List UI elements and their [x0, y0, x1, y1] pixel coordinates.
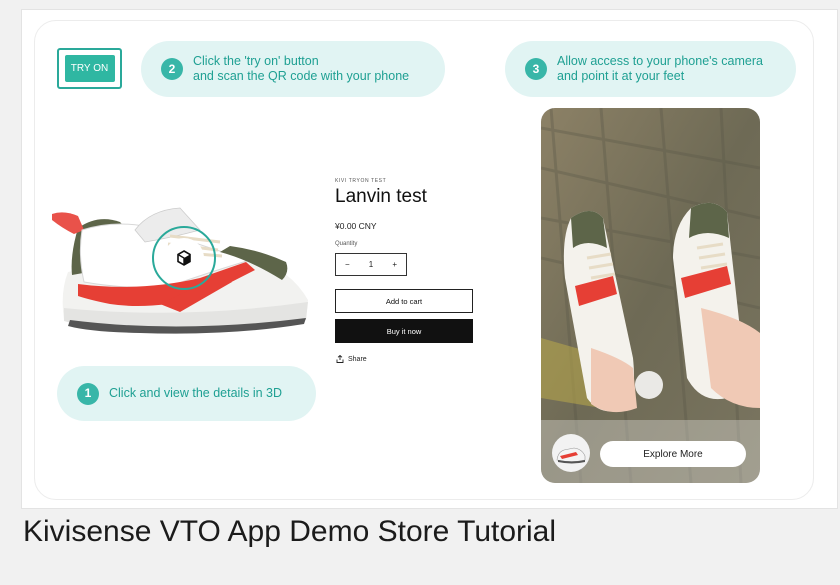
step-3-number: 3: [525, 58, 547, 80]
cube-3d-icon: [164, 238, 204, 278]
step-1-pill: 1 Click and view the details in 3D: [57, 366, 316, 421]
share-link[interactable]: Share: [336, 355, 367, 363]
quantity-label: Quantity: [335, 241, 358, 247]
view-3d-hotspot[interactable]: [152, 226, 216, 290]
explore-more-button[interactable]: Explore More: [600, 441, 746, 467]
try-on-highlight: TRY ON: [57, 48, 122, 89]
buy-now-button[interactable]: Buy it now: [335, 319, 473, 343]
step-2-text: Click the 'try on' button and scan the Q…: [193, 54, 410, 83]
quantity-increase-button[interactable]: +: [392, 260, 397, 269]
step-2-pill: 2 Click the 'try on' button and scan the…: [141, 41, 445, 97]
image-caption: Kivisense VTO App Demo Store Tutorial: [23, 515, 557, 548]
product-price: ¥0.00 CNY: [335, 221, 377, 231]
step-3-pill: 3 Allow access to your phone's camera an…: [505, 41, 796, 97]
step-1-text: Click and view the details in 3D: [109, 386, 282, 400]
quantity-value: 1: [368, 260, 374, 269]
step-3-text: Allow access to your phone's camera and …: [557, 54, 763, 83]
share-icon: [336, 355, 344, 363]
add-to-cart-button[interactable]: Add to cart: [335, 289, 473, 313]
camera-feed-image: [541, 108, 760, 483]
quantity-stepper[interactable]: − 1 +: [335, 253, 407, 276]
try-on-button[interactable]: TRY ON: [64, 55, 115, 82]
quantity-decrease-button[interactable]: −: [345, 260, 350, 269]
shoe-thumbnail[interactable]: [552, 434, 590, 472]
phone-camera-view: [541, 108, 760, 483]
store-name: KIVI TRYON TEST: [335, 178, 387, 184]
step-2-number: 2: [161, 58, 183, 80]
product-title: Lanvin test: [335, 186, 427, 207]
step-1-number: 1: [77, 382, 99, 405]
